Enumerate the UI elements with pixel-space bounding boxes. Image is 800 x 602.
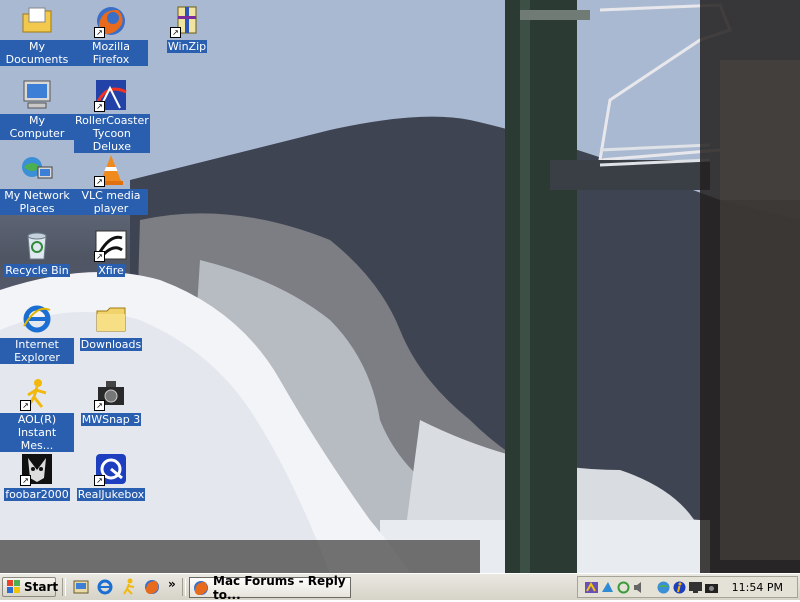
icon-label: RollerCoaster Tycoon Deluxe xyxy=(74,114,150,153)
tray-app-icon[interactable] xyxy=(584,580,599,595)
tray-network-icon[interactable] xyxy=(656,580,671,595)
internet-explorer-icon xyxy=(20,302,54,336)
icon-recycle-bin[interactable]: Recycle Bin xyxy=(0,226,74,298)
quicklaunch-firefox-icon[interactable] xyxy=(143,578,161,596)
taskbar-window-button[interactable]: Mac Forums - Reply to... xyxy=(189,574,351,602)
icon-label: VLC media player xyxy=(74,189,148,215)
icon-realjukebox[interactable]: ↗ RealJukebox xyxy=(74,450,148,522)
icon-foobar2000[interactable]: ↗ foobar2000 xyxy=(0,450,74,522)
shortcut-arrow-icon: ↗ xyxy=(94,176,105,187)
network-icon xyxy=(20,153,54,187)
folder-documents-icon xyxy=(20,4,54,38)
computer-icon xyxy=(20,78,54,112)
shortcut-arrow-icon: ↗ xyxy=(94,400,105,411)
shortcut-arrow-icon: ↗ xyxy=(20,475,31,486)
windows-logo-icon xyxy=(7,580,21,594)
firefox-icon xyxy=(193,580,209,596)
tray-bird-icon[interactable] xyxy=(600,580,615,595)
icon-label: AOL(R) Instant Mes... xyxy=(0,413,74,452)
recycle-bin-icon xyxy=(20,228,54,262)
firefox-icon: ↗ xyxy=(94,4,128,38)
icon-downloads[interactable]: Downloads xyxy=(74,300,148,372)
tray-aim-icon[interactable] xyxy=(672,580,687,595)
icon-mozilla-firefox[interactable]: ↗ Mozilla Firefox xyxy=(74,2,148,74)
shortcut-arrow-icon: ↗ xyxy=(170,27,181,38)
icon-label: MWSnap 3 xyxy=(80,413,142,426)
icon-aol-instant-messenger[interactable]: ↗ AOL(R) Instant Mes... xyxy=(0,375,74,452)
taskbar-window-title: Mac Forums - Reply to... xyxy=(213,573,346,602)
realjukebox-icon: ↗ xyxy=(94,452,128,486)
icon-label: Recycle Bin xyxy=(4,264,70,277)
rollercoaster-icon: ↗ xyxy=(94,78,128,112)
taskbar: Start » Mac Forums - Reply to... 11:54 P… xyxy=(0,573,800,602)
icon-vlc-media-player[interactable]: ↗ VLC media player xyxy=(74,151,148,223)
icon-label: My Network Places xyxy=(0,189,74,215)
start-label: Start xyxy=(24,580,59,594)
shortcut-arrow-icon: ↗ xyxy=(94,27,105,38)
aim-icon: ↗ xyxy=(20,377,54,411)
icon-label: Mozilla Firefox xyxy=(74,40,148,66)
icon-rollercoaster-tycoon[interactable]: ↗ RollerCoaster Tycoon Deluxe xyxy=(74,76,150,153)
start-button[interactable]: Start xyxy=(2,577,59,597)
shortcut-arrow-icon: ↗ xyxy=(20,400,31,411)
icon-xfire[interactable]: ↗ Xfire xyxy=(74,226,148,298)
shortcut-arrow-icon: ↗ xyxy=(94,101,105,112)
show-desktop-icon[interactable] xyxy=(72,578,90,596)
icon-my-documents[interactable]: My Documents xyxy=(0,2,74,74)
icon-label: WinZip xyxy=(166,40,208,53)
vlc-cone-icon: ↗ xyxy=(94,153,128,187)
tray-display-icon[interactable] xyxy=(688,580,703,595)
foobar-icon: ↗ xyxy=(20,452,54,486)
quicklaunch-aim-icon[interactable] xyxy=(120,578,138,596)
icon-mwsnap[interactable]: ↗ MWSnap 3 xyxy=(74,375,148,447)
system-tray: 11:54 PM xyxy=(577,576,798,598)
shortcut-arrow-icon: ↗ xyxy=(94,475,105,486)
tray-volume-icon[interactable] xyxy=(632,580,647,595)
icon-label: My Documents xyxy=(0,40,74,66)
icon-winzip[interactable]: ↗ WinZip xyxy=(150,2,224,74)
taskbar-separator xyxy=(182,578,186,596)
taskbar-separator xyxy=(62,578,66,596)
icon-internet-explorer[interactable]: Internet Explorer xyxy=(0,300,74,372)
icon-label: Xfire xyxy=(97,264,125,277)
winzip-icon: ↗ xyxy=(170,4,204,38)
icon-my-network-places[interactable]: My Network Places xyxy=(0,151,74,223)
tray-camera-icon[interactable] xyxy=(704,580,719,595)
icon-label: My Computer xyxy=(0,114,74,140)
icon-label: Downloads xyxy=(79,338,143,351)
icon-label: foobar2000 xyxy=(4,488,70,501)
icon-label: RealJukebox xyxy=(76,488,146,501)
folder-icon xyxy=(94,302,128,336)
tray-sync-icon[interactable] xyxy=(616,580,631,595)
quicklaunch-more-button[interactable]: » xyxy=(168,577,176,591)
xfire-icon: ↗ xyxy=(94,228,128,262)
icon-label: Internet Explorer xyxy=(0,338,74,364)
camera-icon: ↗ xyxy=(94,377,128,411)
desktop[interactable]: My Documents ↗ Mozilla Firefox ↗ WinZip … xyxy=(0,0,800,573)
icon-my-computer[interactable]: My Computer xyxy=(0,76,74,148)
quicklaunch-internet-explorer-icon[interactable] xyxy=(96,578,114,596)
clock[interactable]: 11:54 PM xyxy=(732,581,783,594)
shortcut-arrow-icon: ↗ xyxy=(94,251,105,262)
